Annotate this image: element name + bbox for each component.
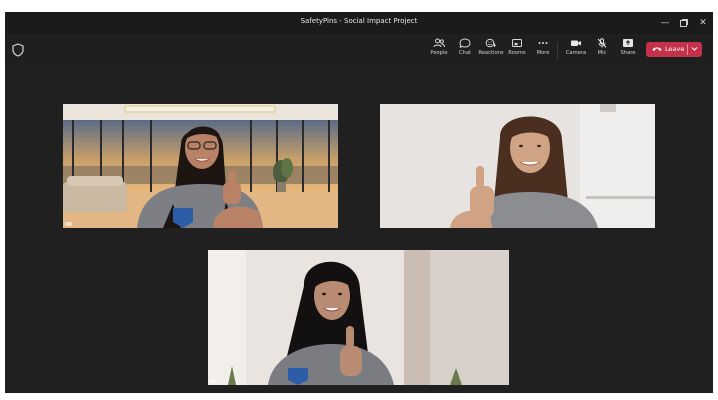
reactions-button[interactable]: Reactions <box>478 38 504 64</box>
mic-button[interactable]: Mic <box>589 38 615 64</box>
participant-video-tile[interactable] <box>380 104 655 228</box>
leave-button[interactable]: Leave <box>646 42 702 57</box>
share-icon <box>623 39 633 47</box>
rooms-label: Rooms <box>508 50 526 56</box>
more-icon <box>538 42 548 44</box>
camera-label: Camera <box>565 50 587 56</box>
toolbar-divider <box>557 42 558 60</box>
leave-label: Leave <box>665 45 685 53</box>
people-label: People <box>430 50 448 56</box>
tile-status-icon <box>65 222 72 226</box>
chevron-down-icon[interactable] <box>691 46 698 52</box>
teams-window: SafetyPins - Social Impact Project — ✕ P… <box>5 12 713 393</box>
more-label: More <box>536 50 550 56</box>
participant-video <box>208 250 509 385</box>
leave-divider <box>687 44 688 55</box>
rooms-button[interactable]: Rooms <box>504 38 530 64</box>
meeting-toolbar: People Chat Reactions Rooms More Camera … <box>5 34 713 66</box>
chat-button[interactable]: Chat <box>452 38 478 64</box>
close-icon[interactable]: ✕ <box>695 15 711 31</box>
chat-label: Chat <box>458 50 472 56</box>
video-stage <box>5 66 713 393</box>
share-label: Share <box>620 50 636 56</box>
people-button[interactable]: People <box>426 38 452 64</box>
camera-icon <box>571 40 581 46</box>
participant-video-tile[interactable] <box>63 104 338 228</box>
minimize-icon[interactable]: — <box>657 15 673 31</box>
mic-off-icon <box>597 38 607 48</box>
reactions-icon <box>485 38 496 48</box>
participant-video <box>380 104 655 228</box>
shield-icon[interactable] <box>12 43 24 57</box>
share-button[interactable]: Share <box>615 38 641 64</box>
tile-status-icon <box>210 379 217 383</box>
people-icon <box>433 38 445 48</box>
title-bar: SafetyPins - Social Impact Project — ✕ <box>5 12 713 34</box>
phone-hangup-icon <box>652 47 662 51</box>
more-button[interactable]: More <box>530 38 556 64</box>
participant-video-tile[interactable] <box>208 250 509 385</box>
mic-label: Mic <box>597 50 607 56</box>
reactions-label: Reactions <box>478 50 504 56</box>
chat-icon <box>459 38 471 48</box>
camera-button[interactable]: Camera <box>563 38 589 64</box>
rooms-icon <box>512 39 522 47</box>
participant-video <box>63 104 338 228</box>
restore-icon[interactable] <box>676 15 692 31</box>
window-title: SafetyPins - Social Impact Project <box>300 17 418 25</box>
